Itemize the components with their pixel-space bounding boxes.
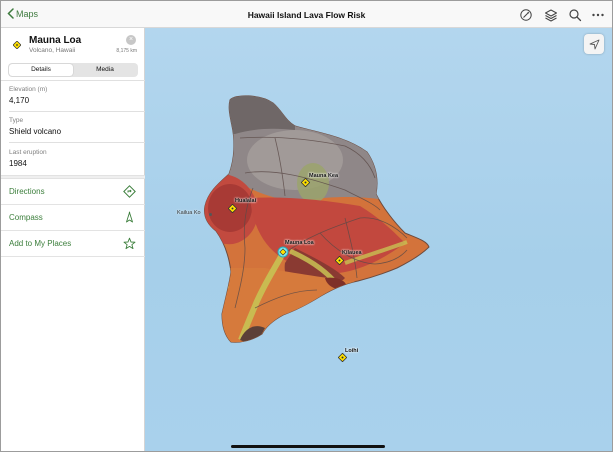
- tab-details[interactable]: Details: [9, 64, 73, 76]
- mauna-loa-label: Mauna Loa: [285, 240, 314, 246]
- type-field: Type Shield volcano: [9, 117, 61, 136]
- elevation-label: Elevation (m): [9, 86, 48, 93]
- hualalai-label: Hualalai: [235, 198, 257, 204]
- sketch-icon[interactable]: [519, 8, 533, 22]
- place-details-panel: Mauna Loa Volcano, Hawaii 8,175 km × Det…: [1, 28, 145, 451]
- map-view[interactable]: Mauna Kea Hualalai Kailua Ko Mauna Loa K…: [145, 28, 612, 451]
- place-subtitle: Volcano, Hawaii: [29, 47, 76, 54]
- type-label: Type: [9, 117, 24, 124]
- chevron-left-icon: [7, 8, 14, 19]
- hualalai-marker[interactable]: [228, 204, 237, 213]
- compass-icon: [123, 211, 136, 224]
- divider: [9, 142, 145, 143]
- divider: [9, 111, 145, 112]
- more-icon[interactable]: [591, 8, 605, 22]
- elevation-value: 4,170: [9, 96, 30, 105]
- directions-action[interactable]: Directions: [1, 179, 145, 205]
- mauna-loa-selected-marker[interactable]: [277, 246, 289, 258]
- details-media-toggle: Details Media: [8, 63, 138, 77]
- star-icon: [123, 237, 136, 250]
- directions-label: Directions: [9, 187, 45, 196]
- kilauea-label: Kilauea: [342, 250, 362, 256]
- directions-icon: [123, 185, 136, 198]
- volcano-pin-icon: [13, 41, 21, 49]
- kailua-label: Kailua Ko: [177, 210, 201, 216]
- last-eruption-value: 1984: [9, 159, 27, 168]
- back-button[interactable]: Maps: [7, 8, 38, 19]
- loihi-marker[interactable]: [338, 353, 347, 362]
- layers-icon[interactable]: [544, 8, 558, 22]
- close-button[interactable]: ×: [126, 35, 136, 45]
- app-window: Maps Hawaii Island Lava Flow Risk Mauna …: [0, 0, 613, 452]
- last-eruption-label: Last eruption: [9, 149, 47, 156]
- place-header: Mauna Loa Volcano, Hawaii 8,175 km ×: [1, 28, 144, 61]
- type-value: Shield volcano: [9, 127, 62, 136]
- search-icon[interactable]: [568, 8, 582, 22]
- home-indicator: [231, 445, 385, 448]
- mauna-kea-label: Mauna Kea: [309, 173, 339, 179]
- compass-label: Compass: [9, 213, 43, 222]
- divider: [1, 80, 145, 81]
- navigation-bar: Maps Hawaii Island Lava Flow Risk: [1, 1, 612, 28]
- place-name: Mauna Loa: [29, 35, 82, 46]
- elevation-field: Elevation (m) 4,170: [9, 86, 47, 105]
- loihi-label: Loihi: [345, 348, 359, 354]
- place-distance: 8,175 km: [116, 48, 137, 54]
- location-arrow-icon: [589, 39, 599, 49]
- close-icon: ×: [128, 36, 134, 43]
- tab-media[interactable]: Media: [73, 64, 137, 76]
- add-to-my-places-action[interactable]: Add to My Places: [1, 231, 145, 257]
- kilauea-marker[interactable]: [335, 256, 344, 265]
- locate-me-button[interactable]: [584, 34, 604, 54]
- compass-action[interactable]: Compass: [1, 205, 145, 231]
- mauna-kea-marker[interactable]: [301, 178, 310, 187]
- back-label: Maps: [16, 8, 39, 19]
- kailua-dot: [209, 213, 212, 216]
- add-to-my-places-label: Add to My Places: [9, 239, 72, 248]
- last-eruption-field: Last eruption 1984: [9, 149, 47, 168]
- lava-flow-risk-map: [204, 95, 430, 343]
